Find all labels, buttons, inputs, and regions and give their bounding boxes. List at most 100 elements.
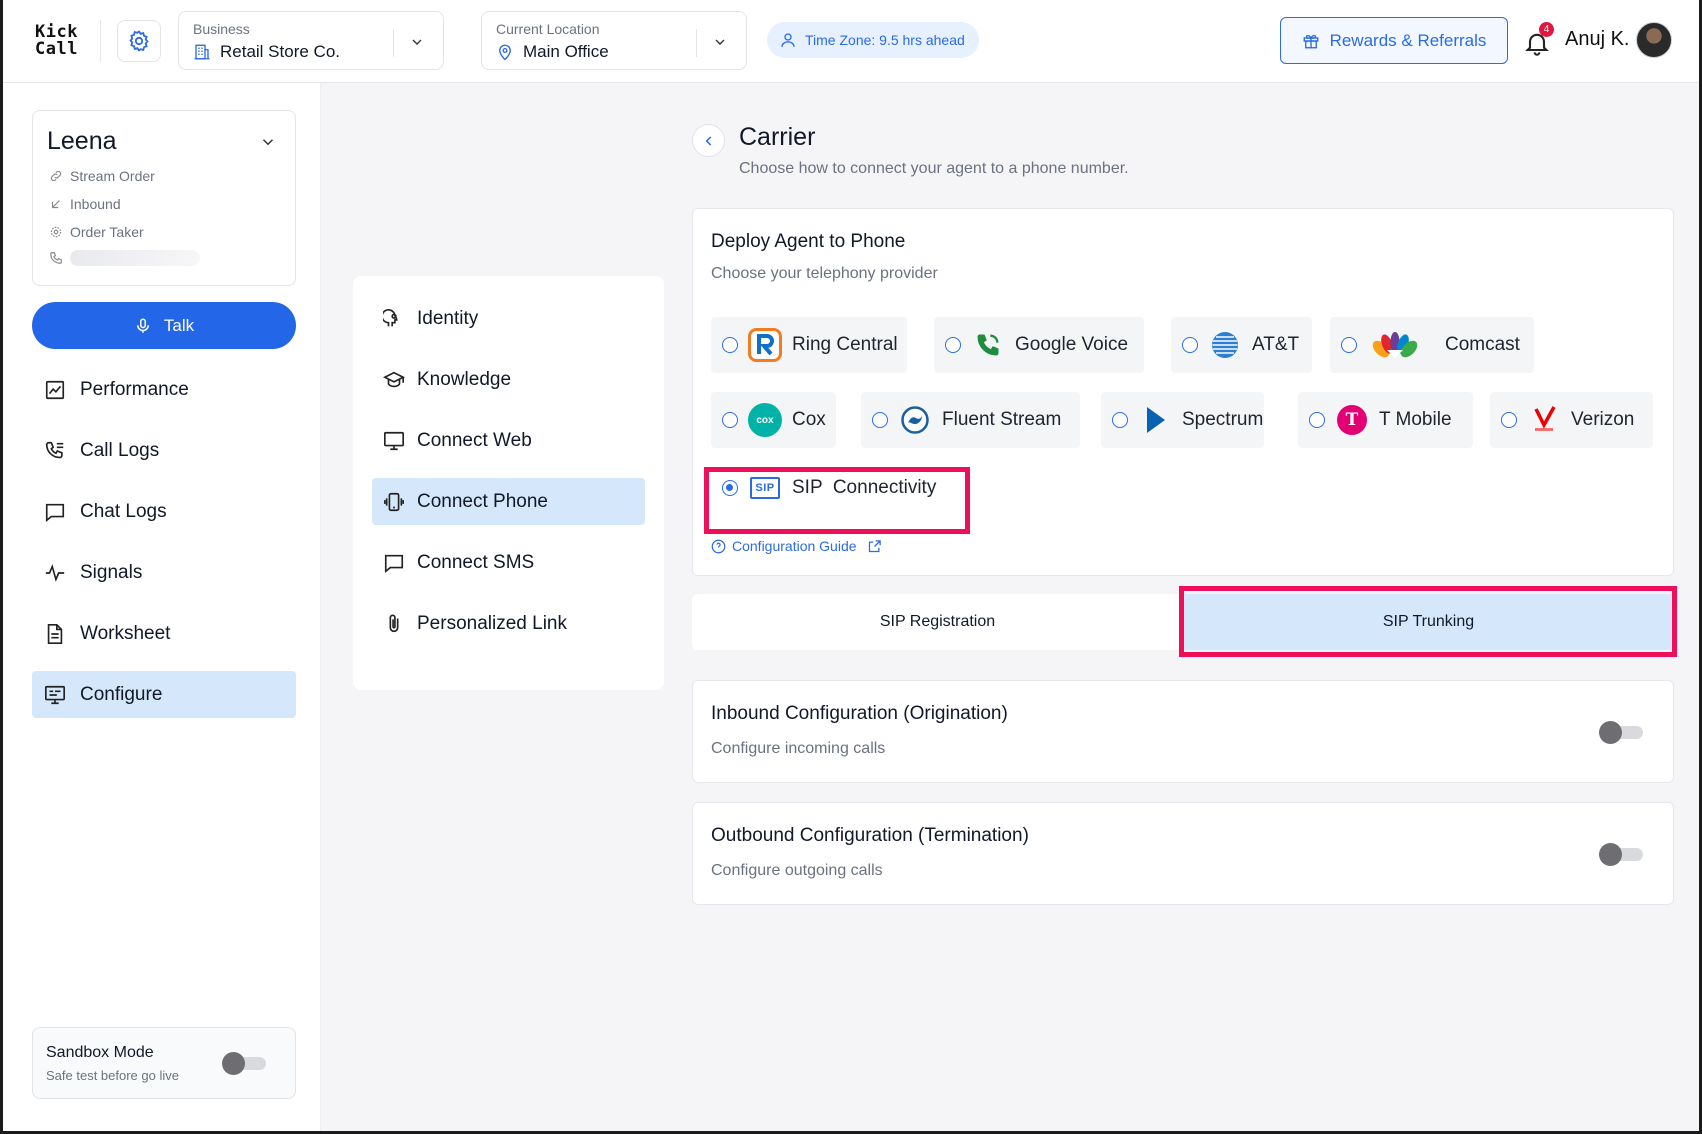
submenu-item-label: Personalized Link <box>417 612 567 634</box>
sip-connectivity-highlight <box>704 467 970 534</box>
chat-icon <box>45 503 65 522</box>
sandbox-toggle[interactable] <box>222 1050 268 1076</box>
sidebar-item-configure[interactable]: Configure <box>32 671 296 718</box>
submenu-item-knowledge[interactable]: Knowledge <box>372 356 645 403</box>
settings-small-icon <box>50 226 62 238</box>
provider-radio[interactable] <box>1501 412 1517 428</box>
chevron-down-icon[interactable] <box>259 133 277 151</box>
provider-radio[interactable] <box>722 337 738 353</box>
provider-label: Cox <box>792 409 826 430</box>
provider-comcast[interactable]: Comcast <box>1330 317 1534 373</box>
sidebar-item-label: Call Logs <box>80 439 160 461</box>
agent-role: Order Taker <box>70 224 144 240</box>
provider-radio[interactable] <box>1341 337 1357 353</box>
paperclip-icon <box>389 613 399 632</box>
user-name[interactable]: Anuj K. <box>1565 28 1629 51</box>
provider-radio[interactable] <box>722 412 738 428</box>
toggle-knob <box>1599 843 1622 866</box>
agent-direction: Inbound <box>70 196 121 212</box>
provider-radio[interactable] <box>945 337 961 353</box>
inbound-toggle[interactable] <box>1599 719 1645 745</box>
provider-verizon[interactable]: Verizon <box>1490 392 1653 448</box>
provider-cox[interactable]: cox Cox <box>711 392 836 448</box>
rewards-referrals-button[interactable]: Rewards & Referrals <box>1280 17 1508 64</box>
provider-label: Spectrum <box>1182 409 1264 430</box>
logo-line2: Call <box>35 39 78 59</box>
location-caption: Current Location <box>496 21 600 37</box>
provider-radio[interactable] <box>1182 337 1198 353</box>
outbound-configuration-card: Outbound Configuration (Termination) Con… <box>692 802 1674 905</box>
talk-button[interactable]: Talk <box>32 302 296 349</box>
provider-ring-central[interactable]: Ring Central <box>711 317 907 373</box>
submenu-item-identity[interactable]: Identity <box>372 295 645 342</box>
submenu-item-connect-sms[interactable]: Connect SMS <box>372 539 645 586</box>
agent-card[interactable]: Leena Stream Order Inbound Order Taker <box>32 110 296 286</box>
provider-label: T Mobile <box>1379 409 1452 430</box>
submenu-item-label: Knowledge <box>417 368 512 390</box>
top-bar: Kick Call Business Retail Store Co. Curr… <box>3 0 1699 83</box>
provider-t-mobile[interactable]: T T Mobile <box>1298 392 1473 448</box>
provider-radio[interactable] <box>872 412 888 428</box>
ringcentral-logo <box>748 328 782 362</box>
divider <box>100 20 101 62</box>
chevron-left-icon <box>705 135 711 146</box>
notification-badge: 4 <box>1539 22 1554 37</box>
fluent-stream-logo <box>898 403 932 437</box>
avatar[interactable] <box>1636 22 1672 58</box>
building-icon <box>194 44 210 60</box>
provider-fluent-stream[interactable]: Fluent Stream <box>861 392 1080 448</box>
notifications-button[interactable]: 4 <box>1523 22 1554 56</box>
provider-att[interactable]: AT&T <box>1171 317 1312 373</box>
timezone-text: Time Zone: 9.5 hrs ahead <box>805 32 965 48</box>
submenu-item-label: Connect SMS <box>417 551 535 573</box>
toggle-knob <box>222 1052 245 1075</box>
document-icon <box>47 623 63 644</box>
sidebar-item-label: Chat Logs <box>80 500 167 522</box>
monitor-config-icon <box>45 685 65 704</box>
sidebar-item-signals[interactable]: Signals <box>32 549 296 596</box>
inbound-title: Inbound Configuration (Origination) <box>711 703 1008 724</box>
sidebar-item-chat-logs[interactable]: Chat Logs <box>32 488 296 535</box>
phone-vibrate-icon <box>384 492 404 511</box>
provider-label: Google Voice <box>1015 334 1129 355</box>
submenu-item-connect-web[interactable]: Connect Web <box>372 417 645 464</box>
sidebar-item-performance[interactable]: Performance <box>32 366 296 413</box>
provider-radio[interactable] <box>1309 412 1325 428</box>
kickcall-logo[interactable]: Kick Call <box>35 24 79 58</box>
location-value: Main Office <box>523 42 609 61</box>
provider-google-voice[interactable]: Google Voice <box>934 317 1144 373</box>
pulse-icon <box>45 563 65 582</box>
submenu-item-label: Identity <box>417 307 479 329</box>
sidebar-item-label: Worksheet <box>80 622 171 644</box>
rewards-label: Rewards & Referrals <box>1329 30 1487 50</box>
outbound-toggle[interactable] <box>1599 841 1645 867</box>
user-icon <box>781 33 795 47</box>
sandbox-mode-panel: Sandbox Mode Safe test before go live <box>32 1027 296 1099</box>
chevron-down-icon <box>412 39 422 45</box>
agent-use-case: Stream Order <box>70 168 155 184</box>
provider-radio[interactable] <box>1112 412 1128 428</box>
configuration-guide-link[interactable]: Configuration Guide <box>711 538 882 554</box>
deploy-title: Deploy Agent to Phone <box>711 231 906 252</box>
provider-spectrum[interactable]: Spectrum <box>1101 392 1264 448</box>
comcast-logo <box>1367 328 1423 362</box>
cox-logo: cox <box>748 403 782 437</box>
back-button[interactable] <box>692 124 725 157</box>
location-select[interactable]: Current Location Main Office <box>481 11 747 70</box>
submenu-item-personalized-link[interactable]: Personalized Link <box>372 600 645 647</box>
arrow-down-left-icon <box>51 200 60 209</box>
att-logo <box>1208 328 1242 362</box>
sidebar-item-call-logs[interactable]: Call Logs <box>32 427 296 474</box>
talk-label: Talk <box>163 315 195 335</box>
agent-name: Leena <box>47 127 117 155</box>
agent-meta-row: Order Taker <box>49 224 144 240</box>
tab-sip-registration[interactable]: SIP Registration <box>692 594 1183 650</box>
outbound-title: Outbound Configuration (Termination) <box>711 825 1029 846</box>
sidebar-item-worksheet[interactable]: Worksheet <box>32 610 296 657</box>
business-select[interactable]: Business Retail Store Co. <box>178 11 444 70</box>
head-gear-icon <box>383 308 398 326</box>
agent-meta-row: Stream Order <box>49 168 155 184</box>
call-log-icon <box>45 441 64 458</box>
settings-button[interactable] <box>117 20 161 62</box>
submenu-item-connect-phone[interactable]: Connect Phone <box>372 478 645 525</box>
